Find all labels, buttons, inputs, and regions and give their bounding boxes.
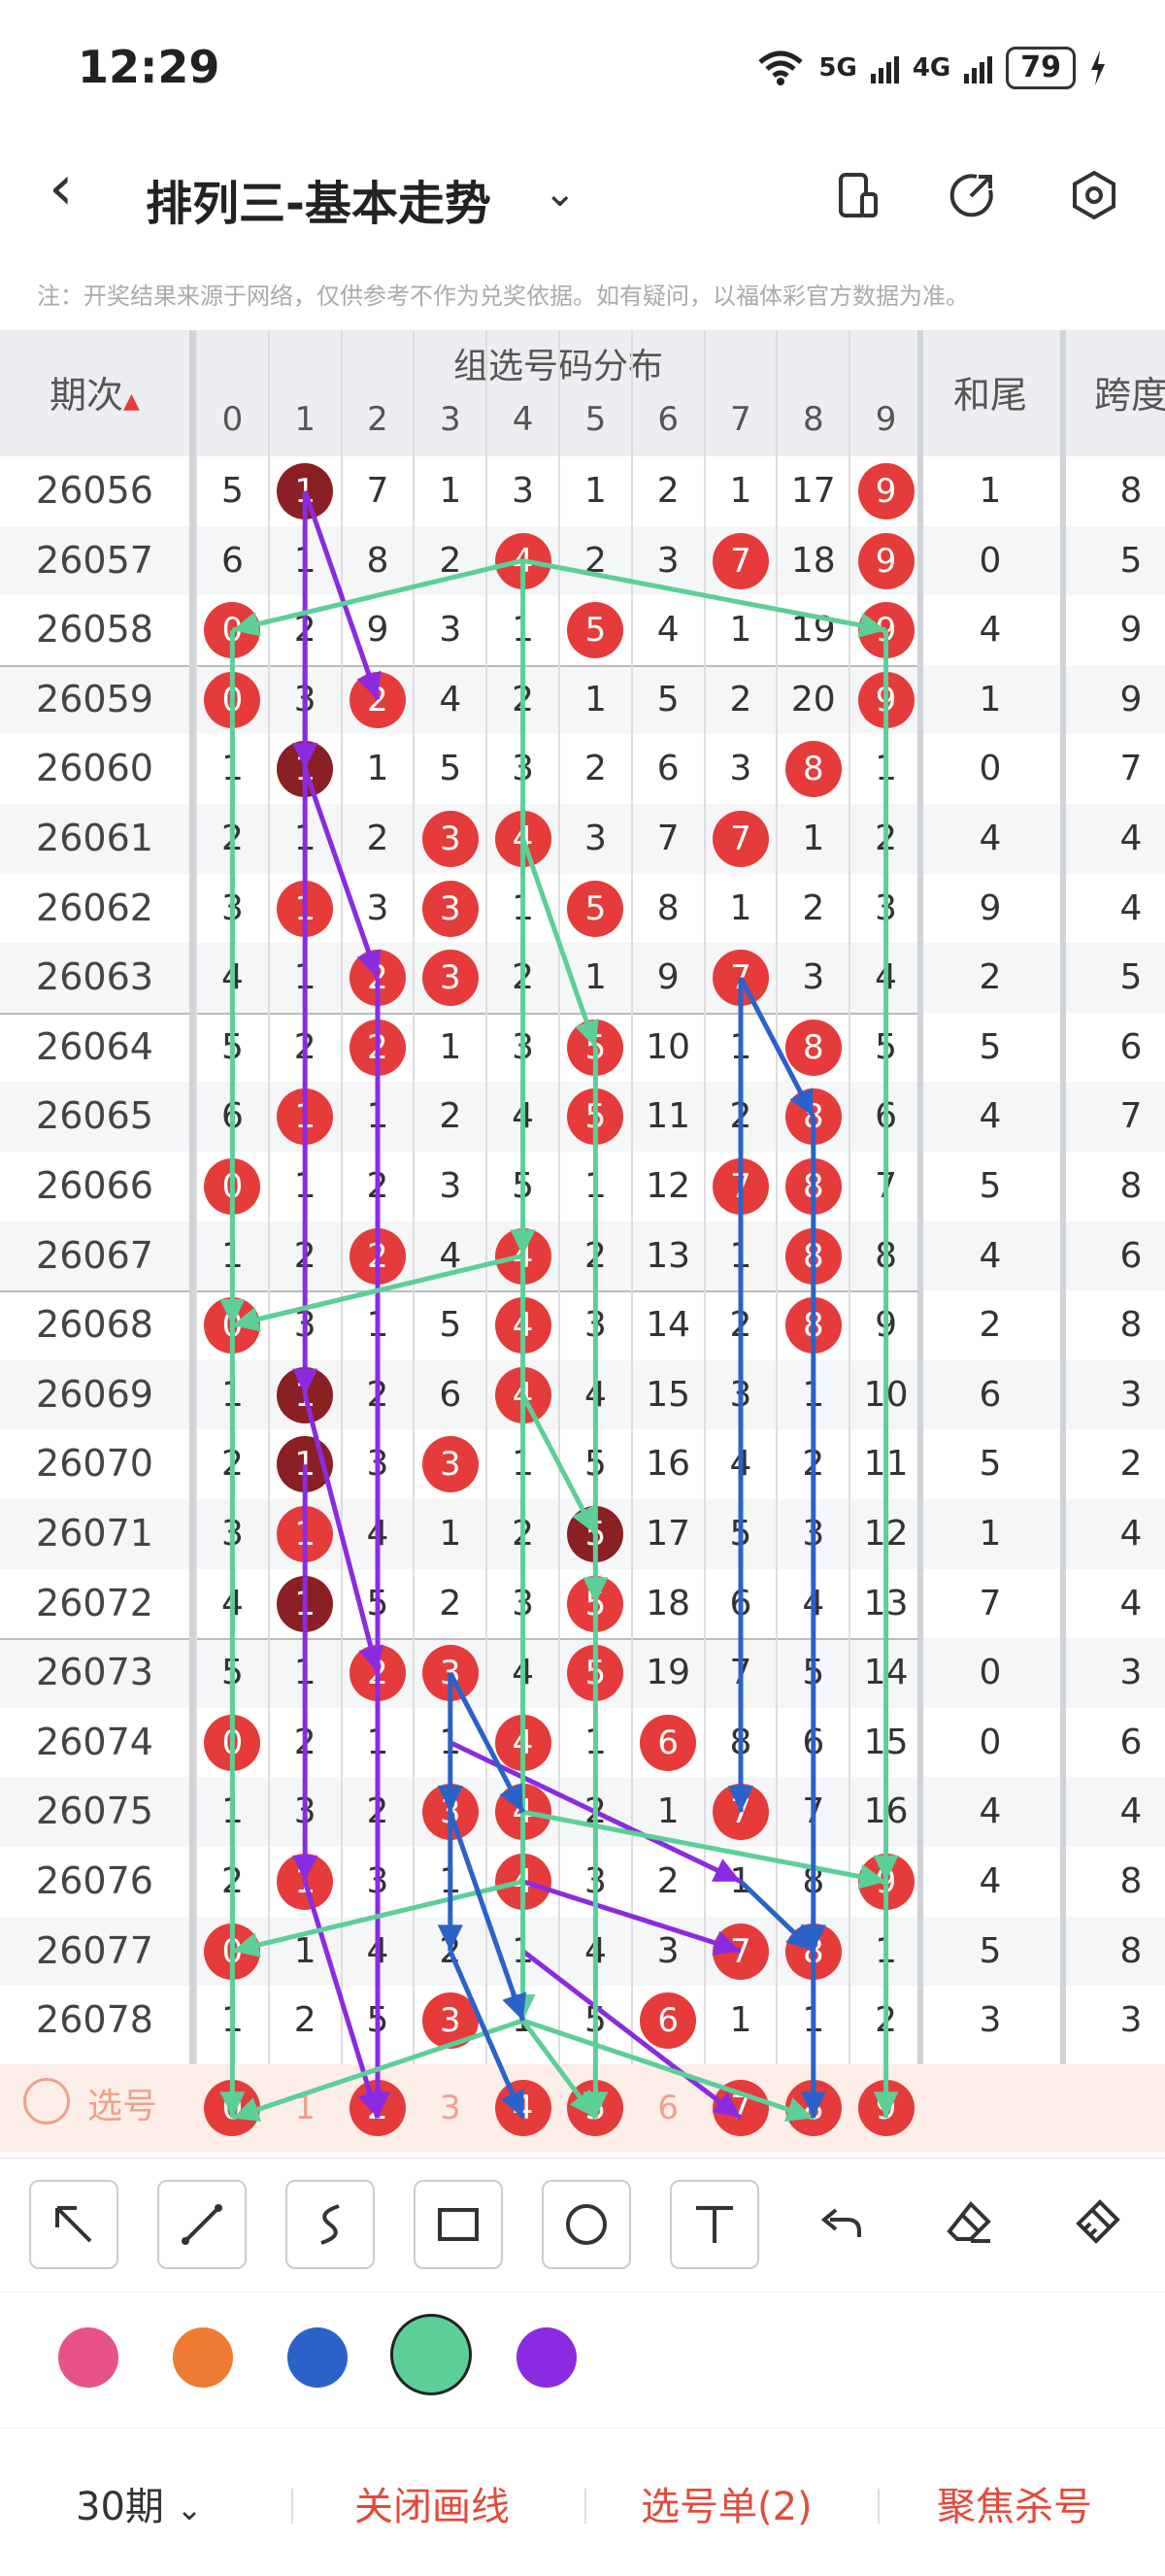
drawn-arrowhead: [232, 1932, 261, 1957]
drawn-line: [448, 1811, 525, 2022]
color-swatch-orange[interactable]: [173, 2327, 233, 2388]
drawn-arrowhead: [582, 1577, 609, 1604]
drawn-line: [521, 1949, 743, 2121]
drawn-arrowhead: [712, 1930, 741, 1956]
drawn-arrowhead: [232, 612, 261, 637]
drawn-line: [520, 837, 598, 1049]
color-swatch-blue[interactable]: [287, 2327, 348, 2388]
rectangle-tool-icon[interactable]: [414, 2180, 503, 2269]
network-4g-label: 4G: [912, 53, 951, 83]
drawn-line: [521, 2018, 815, 2121]
drawn-line: [521, 1879, 742, 1954]
close-draw-button[interactable]: 关闭画线: [354, 2475, 510, 2531]
trend-table: 期次▲ 组选号码分布 0123456789 和尾 跨度 260565171312…: [0, 330, 1165, 2152]
drawn-arrowhead: [292, 1368, 318, 1395]
drawn-arrowhead: [857, 613, 886, 638]
focus-kill-button[interactable]: 聚焦杀号: [937, 2475, 1092, 2531]
status-icons: 5G 4G 79: [756, 47, 1107, 89]
color-swatch-green[interactable]: [390, 2314, 472, 2395]
period-selector[interactable]: 30期 ⌄: [76, 2475, 202, 2531]
wifi-icon: [758, 50, 804, 85]
drawn-arrowhead: [292, 1855, 318, 1882]
drawn-arrowhead: [575, 1018, 599, 1048]
line-tool-icon[interactable]: [157, 2180, 247, 2269]
color-swatch-pink[interactable]: [58, 2327, 118, 2388]
drawn-line: [522, 1809, 887, 1885]
drawn-arrowhead: [437, 1786, 463, 1813]
drawn-arrowhead: [437, 1924, 463, 1952]
charging-icon: [1091, 50, 1105, 85]
drawn-arrowhead: [712, 2091, 741, 2119]
pick-list-button[interactable]: 选号单(2): [641, 2475, 813, 2531]
drawn-line: [522, 557, 887, 633]
chevron-down-icon[interactable]: ⌄: [544, 171, 577, 216]
drawing-layer[interactable]: [0, 330, 1165, 2152]
curve-tool-icon[interactable]: [285, 2180, 375, 2269]
color-swatch-purple[interactable]: [516, 2327, 577, 2388]
signal-icon: [870, 52, 899, 84]
share-icon[interactable]: [938, 161, 1006, 229]
disclaimer-notice: 注：开奖结果来源于网络，仅供参考不作为兑奖依据。如有疑问，以福体彩官方数据为准。: [37, 283, 969, 310]
drawing-toolbar: [0, 2158, 1165, 2285]
network-5g-label: 5G: [818, 53, 857, 83]
page-title[interactable]: 排列三-基本走势: [146, 165, 491, 233]
battery-icon: 79: [1006, 47, 1076, 89]
settings-icon[interactable]: [1060, 161, 1128, 229]
drawn-arrowhead: [873, 2091, 899, 2119]
drawn-line: [231, 557, 524, 633]
undo-icon[interactable]: [798, 2180, 883, 2265]
app-header: ‹ 排列三-基本走势 ⌄: [0, 136, 1165, 252]
eraser-icon[interactable]: [926, 2180, 1012, 2265]
color-palette: [0, 2292, 1165, 2419]
clock: 12:29: [78, 41, 220, 93]
status-bar: 12:29 5G 4G 79: [0, 0, 1165, 136]
text-tool-icon[interactable]: [670, 2180, 759, 2269]
drawn-line: [302, 1393, 381, 1674]
arrow-tool-icon[interactable]: [29, 2180, 118, 2269]
drawn-line: [302, 768, 381, 979]
drawn-line: [302, 489, 381, 701]
drawn-line: [448, 1950, 525, 2120]
drawn-arrowhead: [356, 670, 382, 700]
circle-tool-icon[interactable]: [542, 2180, 631, 2269]
drawn-arrowhead: [510, 1229, 536, 1256]
drawn-arrowhead: [356, 949, 382, 978]
drawn-arrowhead: [502, 1991, 527, 2021]
drawn-arrowhead: [727, 1786, 754, 1813]
back-button[interactable]: ‹: [49, 157, 74, 219]
clear-brush-icon[interactable]: [1054, 2180, 1140, 2265]
device-icon[interactable]: [823, 161, 891, 229]
chevron-down-icon: ⌄: [176, 2491, 203, 2527]
bottom-bar: 30期 ⌄ 关闭画线 选号单(2) 聚焦杀号: [0, 2427, 1165, 2576]
signal-icon-2: [964, 52, 993, 84]
